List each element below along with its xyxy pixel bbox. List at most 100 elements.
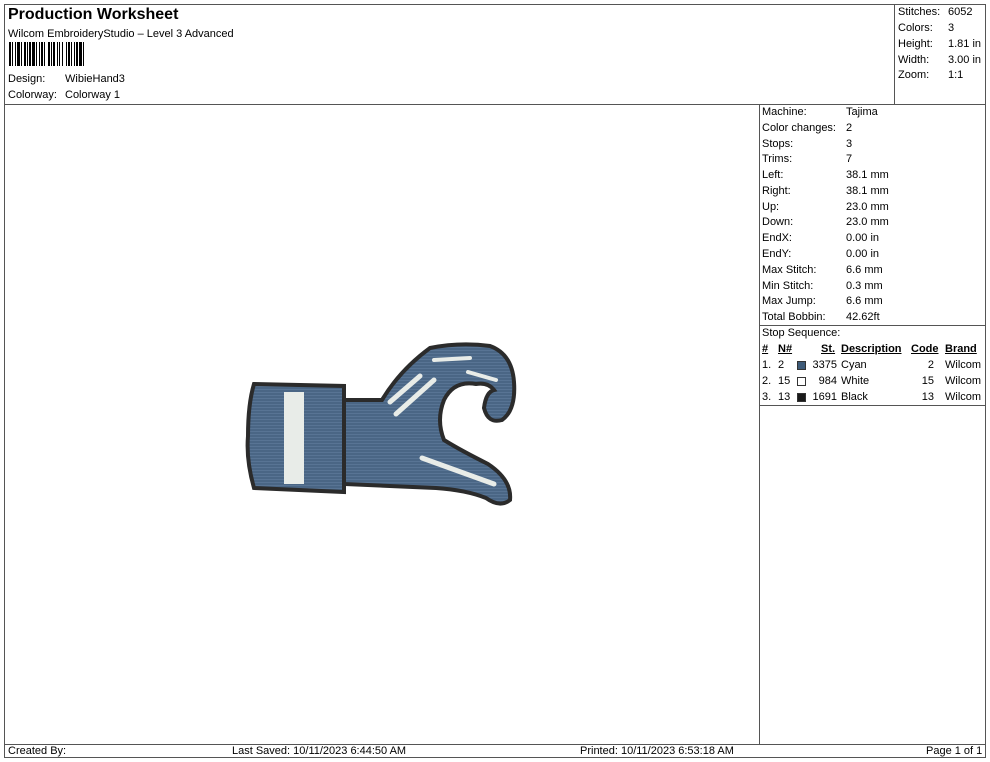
stat-label: Total Bobbin: <box>762 311 826 323</box>
stat-value: 0.00 in <box>846 248 880 260</box>
stat-label: Min Stitch: <box>762 280 814 292</box>
stat-label: Max Stitch: <box>762 264 817 276</box>
seq-code: 2 <box>927 359 934 371</box>
seq-brand: Wilcom <box>945 375 982 387</box>
seq-desc: White <box>841 375 870 387</box>
color-swatch <box>797 377 806 386</box>
seq-n: 13 <box>778 391 791 403</box>
stat-stops: Stops: 3 <box>762 138 852 150</box>
stat-label: EndY: <box>762 248 792 260</box>
stat-label: EndX: <box>762 232 792 244</box>
colorway-row: Colorway: Colorway 1 <box>8 89 120 101</box>
stat-label: Down: <box>762 216 794 228</box>
panel-divider <box>759 104 760 744</box>
seq-st: 3375 <box>812 359 837 371</box>
height-value: 1.81 in <box>948 38 982 50</box>
stat-value: 23.0 mm <box>846 201 889 213</box>
zoom-label: Zoom: <box>898 69 930 81</box>
colors-label: Colors: <box>898 22 933 34</box>
seq-st: 984 <box>818 375 837 387</box>
footer-divider <box>4 744 986 745</box>
seq-desc: Black <box>841 391 868 403</box>
design-row: Design: WibieHand3 <box>8 73 125 85</box>
stat-value: 42.62ft <box>846 311 880 323</box>
colorway-label: Colorway: <box>8 89 57 101</box>
last-saved: Last Saved: 10/11/2023 6:44:50 AM <box>232 745 407 757</box>
sequence-row: 1. 2 3375 Cyan 2 Wilcom <box>762 359 984 373</box>
sequence-divider <box>759 405 986 406</box>
stat-endy: EndY: 0.00 in <box>762 248 879 260</box>
seq-num: 2. <box>762 375 772 387</box>
seq-desc: Cyan <box>841 359 867 371</box>
summary-divider <box>894 4 895 104</box>
seq-brand: Wilcom <box>945 391 982 403</box>
stat-label: Stops: <box>762 138 794 150</box>
stat-value: 6.6 mm <box>846 264 883 276</box>
printed-date: Printed: 10/11/2023 6:53:18 AM <box>580 745 734 757</box>
stat-label: Trims: <box>762 153 793 165</box>
col-code: Code <box>911 343 939 355</box>
width-label: Width: <box>898 54 930 66</box>
software-subtitle: Wilcom EmbroideryStudio – Level 3 Advanc… <box>8 28 234 40</box>
seq-st: 1691 <box>812 391 837 403</box>
seq-code: 13 <box>921 391 934 403</box>
width-value: 3.00 in <box>948 54 982 66</box>
design-label: Design: <box>8 73 46 85</box>
page-number: Page 1 of 1 <box>926 745 983 757</box>
col-n: N# <box>778 343 793 355</box>
finger-highlight-3 <box>432 356 472 362</box>
barcode <box>9 42 161 66</box>
stat-value: 6.6 mm <box>846 295 883 307</box>
col-brand: Brand <box>945 343 977 355</box>
col-description: Description <box>841 343 902 355</box>
stat-left: Left: 38.1 mm <box>762 169 889 181</box>
stat-label: Max Jump: <box>762 295 816 307</box>
stat-label: Right: <box>762 185 791 197</box>
seq-n: 2 <box>778 359 785 371</box>
colors-row: Colors: 3 <box>898 22 954 34</box>
sequence-row: 2. 15 984 White 15 Wilcom <box>762 375 984 389</box>
color-swatch <box>797 393 806 402</box>
stat-label: Machine: <box>762 106 807 118</box>
stat-value: 23.0 mm <box>846 216 889 228</box>
zoom-value: 1:1 <box>948 69 964 81</box>
stat-total-bobbin: Total Bobbin: 42.62ft <box>762 311 880 323</box>
stat-machine: Machine: Tajima <box>762 106 878 118</box>
stat-value: 38.1 mm <box>846 185 889 197</box>
height-label: Height: <box>898 38 933 50</box>
zoom-row: Zoom: 1:1 <box>898 69 963 81</box>
stat-max-jump: Max Jump: 6.6 mm <box>762 295 883 307</box>
colors-value: 3 <box>948 22 955 34</box>
sequence-header: # N# St. Description Code Brand <box>762 343 984 357</box>
sequence-row: 3. 13 1691 Black 13 Wilcom <box>762 391 984 405</box>
stat-max-stitch: Max Stitch: 6.6 mm <box>762 264 883 276</box>
stat-value: 38.1 mm <box>846 169 889 181</box>
created-by: Created By: <box>8 745 67 757</box>
stat-trims: Trims: 7 <box>762 153 852 165</box>
stat-up: Up: 23.0 mm <box>762 201 889 213</box>
seq-num: 1. <box>762 359 772 371</box>
header-divider <box>4 104 986 105</box>
seq-code: 15 <box>921 375 934 387</box>
stats-divider <box>759 325 986 326</box>
stat-value: 0.00 in <box>846 232 880 244</box>
stat-down: Down: 23.0 mm <box>762 216 889 228</box>
stitches-label: Stitches: <box>898 6 941 18</box>
stat-value: Tajima <box>846 106 878 118</box>
col-st: St. <box>821 343 836 355</box>
stat-label: Color changes: <box>762 122 836 134</box>
seq-num: 3. <box>762 391 772 403</box>
stat-label: Up: <box>762 201 780 213</box>
colorway-value: Colorway 1 <box>65 89 121 101</box>
design-value: WibieHand3 <box>65 73 125 85</box>
height-row: Height: 1.81 in <box>898 38 981 50</box>
col-num: # <box>762 343 769 355</box>
stat-color-changes: Color changes: 2 <box>762 122 852 134</box>
width-row: Width: 3.00 in <box>898 54 981 66</box>
stop-sequence-label: Stop Sequence: <box>762 327 841 339</box>
stitches-row: Stitches: 6052 <box>898 6 972 18</box>
page-title: Production Worksheet <box>8 6 179 23</box>
stat-min-stitch: Min Stitch: 0.3 mm <box>762 280 883 292</box>
stat-label: Left: <box>762 169 784 181</box>
stat-right: Right: 38.1 mm <box>762 185 889 197</box>
